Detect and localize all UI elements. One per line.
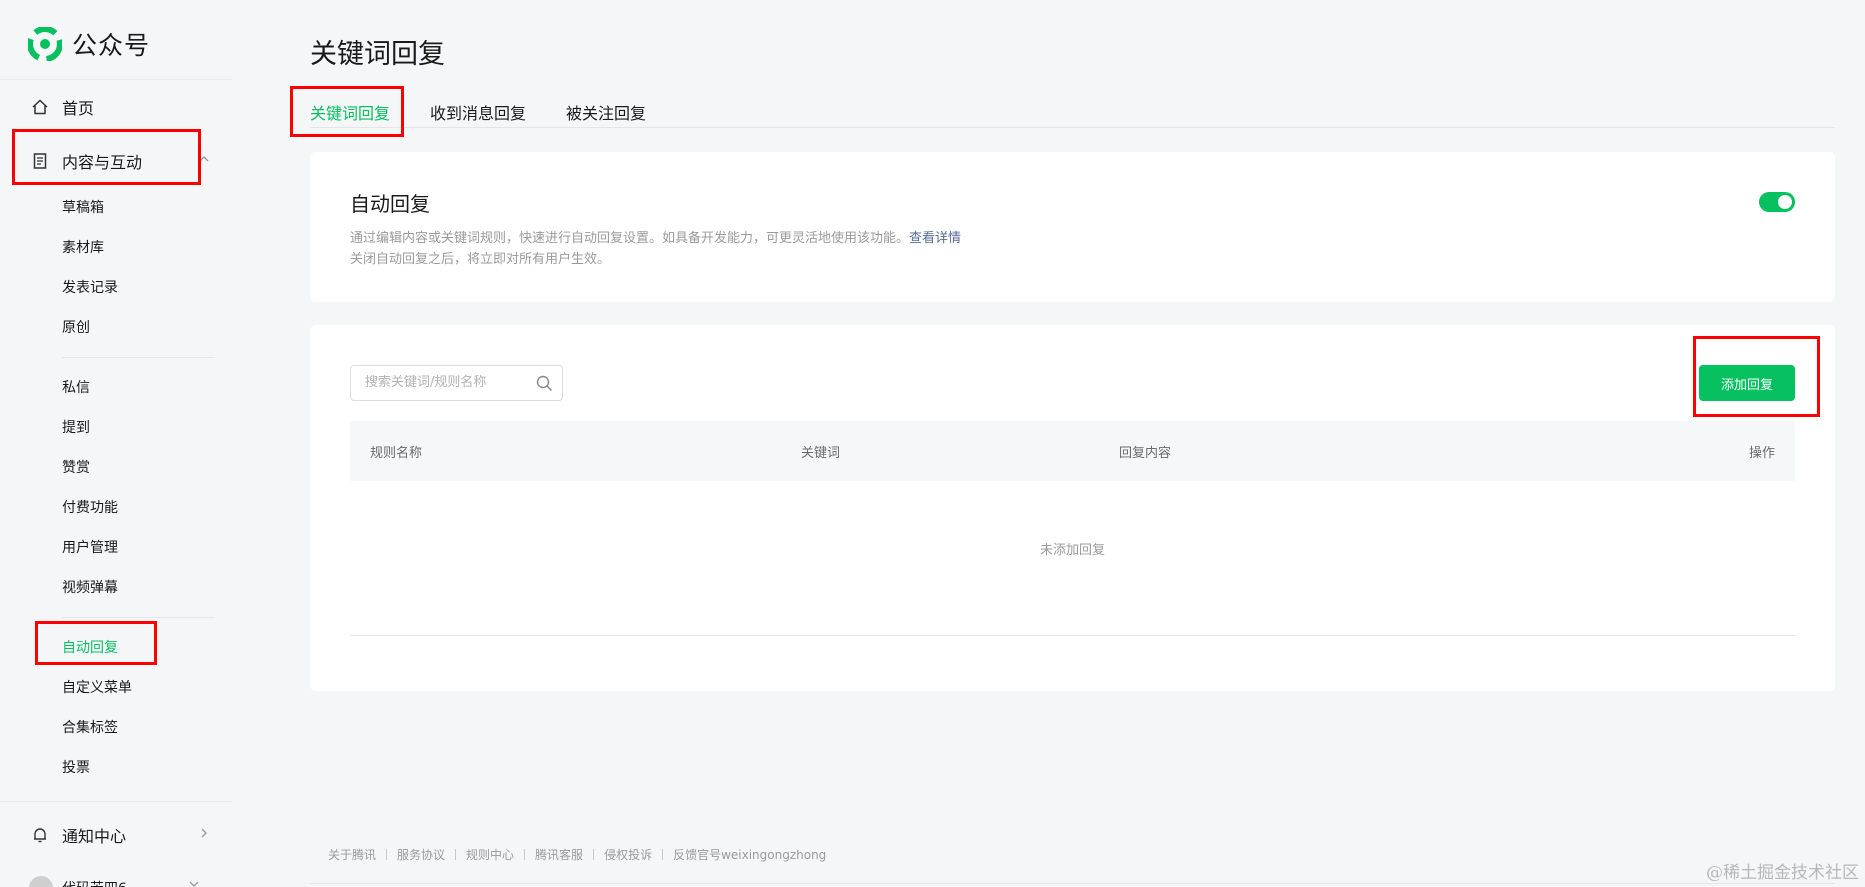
tab-keyword-reply[interactable]: 关键词回复 [310,100,391,136]
sidebar-item-materials[interactable]: 素材库 [62,234,104,260]
app-logo[interactable]: 公众号 [28,26,150,62]
sidebar-divider [0,801,232,802]
sidebar-item-label: 通知中心 [62,827,127,846]
sidebar-group-label: 内容与互动 [62,153,143,172]
rule-search-input[interactable] [365,375,525,390]
avatar[interactable] [29,876,53,887]
wechat-official-account-logo-icon [28,27,62,61]
sidebar-item-user-management[interactable]: 用户管理 [62,534,118,560]
footer-separator [662,849,664,860]
tab-label: 关键词回复 [310,104,391,123]
toggle-knob [1778,195,1792,209]
search-icon[interactable] [536,375,553,392]
footer-link-customer-service[interactable]: 腾讯客服 [535,846,583,863]
bell-icon [30,825,50,845]
sidebar-item-vote[interactable]: 投票 [62,754,90,780]
document-icon [30,151,50,171]
column-header-keyword: 关键词 [801,446,841,461]
sidebar-divider [0,79,232,80]
footer-divider [310,883,1835,884]
column-header-reply-content: 回复内容 [1119,446,1172,461]
view-details-link[interactable]: 查看详情 [909,231,961,246]
footer-separator [593,849,595,860]
footer-link-feedback[interactable]: 反馈官号weixingongzhong [673,846,826,863]
sidebar-item-messages[interactable]: 私信 [62,374,90,400]
sidebar-subdivider [62,617,215,618]
footer-separator [386,849,388,860]
auto-reply-title: 自动回复 [350,192,430,216]
empty-state-text: 未添加回复 [1039,543,1105,558]
sidebar-item-video-danmaku[interactable]: 视频弹幕 [62,574,118,600]
add-reply-button[interactable]: 添加回复 [1699,365,1795,401]
page-title: 关键词回复 [310,39,445,70]
sidebar-subdivider [62,357,215,358]
footer-link-about[interactable]: 关于腾讯 [328,846,376,863]
chevron-down-icon [188,878,200,887]
sidebar-item-label: 首页 [62,99,95,118]
footer-link-service-agreement[interactable]: 服务协议 [397,846,445,863]
column-header-actions: 操作 [1748,446,1775,461]
table-bottom-border [350,635,1795,636]
auto-reply-card: 自动回复 通过编辑内容或关键词规则，快速进行自动回复设置。如具备开发能力，可更灵… [310,152,1835,302]
sidebar-group-content-interaction[interactable]: 内容与互动 [30,146,210,176]
footer-links: 关于腾讯 服务协议 规则中心 腾讯客服 侵权投诉 反馈官号weixingongz… [328,846,826,863]
footer-link-infringement[interactable]: 侵权投诉 [604,846,652,863]
rules-table-header: 规则名称 关键词 回复内容 操作 [350,421,1795,481]
sidebar-item-auto-reply[interactable]: 自动回复 [62,634,118,660]
sidebar-item-mentions[interactable]: 提到 [62,414,90,440]
rule-search-box[interactable] [350,365,563,401]
keyword-rules-card: 添加回复 规则名称 关键词 回复内容 操作 未添加回复 [310,325,1835,691]
home-icon [30,97,50,117]
footer-link-rules-center[interactable]: 规则中心 [466,846,514,863]
tab-active-indicator [310,134,390,136]
sidebar-item-publish-records[interactable]: 发表记录 [62,274,118,300]
sidebar-item-drafts[interactable]: 草稿箱 [62,194,104,220]
tab-follow-reply[interactable]: 被关注回复 [566,100,646,124]
column-header-rule-name: 规则名称 [370,446,423,461]
app-name: 公众号 [72,31,151,60]
sidebar-item-paid-features[interactable]: 付费功能 [62,494,118,520]
chevron-up-icon [198,153,210,168]
account-name[interactable]: 代码苦四6 [62,878,127,887]
sidebar-item-custom-menu[interactable]: 自定义菜单 [62,674,132,700]
sidebar-item-original[interactable]: 原创 [62,314,90,340]
footer-separator [455,849,457,860]
auto-reply-desc-note: 关闭自动回复之后，将立即对所有用户生效。 [350,252,611,267]
footer-separator [524,849,526,860]
reply-tabs: 关键词回复 收到消息回复 被关注回复 [310,92,1835,136]
auto-reply-desc-text: 通过编辑内容或关键词规则，快速进行自动回复设置。如具备开发能力，可更灵活地使用该… [350,231,910,246]
chevron-right-icon [198,827,210,842]
sidebar-item-rewards[interactable]: 赞赏 [62,454,90,480]
auto-reply-description: 通过编辑内容或关键词规则，快速进行自动回复设置。如具备开发能力，可更灵活地使用该… [350,228,961,270]
tab-message-reply[interactable]: 收到消息回复 [430,100,526,124]
sidebar: 公众号 首页 内容与互动 草稿箱 素材库 发表记录 原创 私信 提到 赞赏 付费… [0,0,232,887]
sidebar-item-home[interactable]: 首页 [30,92,210,122]
watermark: @稀土掘金技术社区 [1706,863,1859,883]
sidebar-item-notification-center[interactable]: 通知中心 [30,820,210,850]
auto-reply-toggle[interactable] [1759,192,1795,212]
sidebar-item-collection-tags[interactable]: 合集标签 [62,714,118,740]
